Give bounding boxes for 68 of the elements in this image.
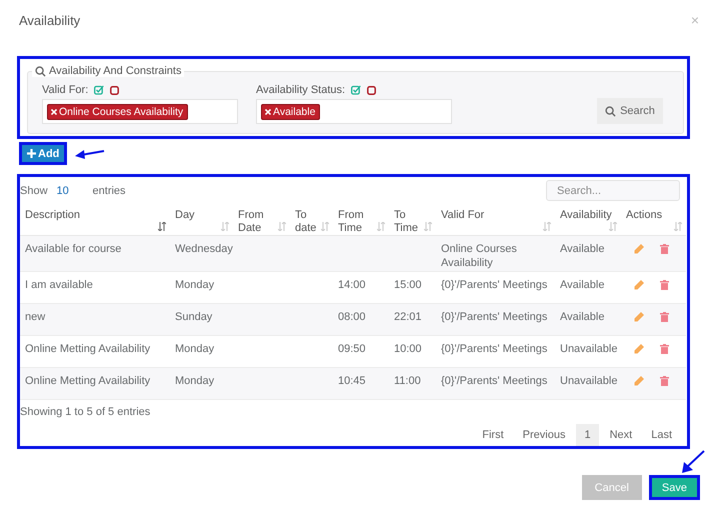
delete-icon[interactable] [660, 344, 669, 354]
table-cell: 11:00 [394, 375, 421, 388]
table-cell: 10:45 [338, 375, 366, 388]
table-cell: Online Metting Availability [25, 343, 150, 356]
deselect-all-icon[interactable] [110, 86, 120, 94]
table-cell: Unavailable [560, 375, 618, 388]
length-label: Show [20, 184, 48, 197]
table-cell: Sunday [175, 311, 212, 324]
table-cell: Available for course [25, 243, 122, 256]
edit-icon[interactable] [634, 280, 644, 290]
length-label: entries [92, 184, 126, 197]
select-all-icon[interactable] [94, 85, 104, 95]
table-cell: {0}'/Parents' Meetings [441, 343, 548, 356]
length-select[interactable]: 10 [56, 182, 85, 199]
table-cell: Wednesday [175, 243, 233, 256]
table-cell: Online Metting Availability [25, 375, 150, 388]
delete-icon[interactable] [660, 376, 669, 386]
page-button[interactable]: Last [643, 424, 680, 446]
filter-tag[interactable]: Available [261, 104, 320, 120]
delete-icon[interactable] [660, 244, 669, 254]
table-cell: 22:01 [394, 311, 422, 324]
delete-icon[interactable] [660, 312, 669, 322]
edit-icon[interactable] [634, 376, 644, 386]
page-button[interactable]: First [474, 424, 512, 446]
page-button[interactable]: Previous [514, 424, 574, 446]
dialog-title: Availability [19, 12, 80, 28]
sort-icon[interactable] [158, 222, 166, 232]
table-cell: new [25, 311, 46, 324]
search-field[interactable]: Search... [546, 180, 680, 202]
add-button[interactable]: Add [19, 142, 68, 165]
table-cell: Unavailable [560, 343, 618, 356]
page-button[interactable]: Next [602, 424, 640, 446]
edit-icon[interactable] [634, 312, 644, 322]
table-cell: {0}'/Parents' Meetings [441, 279, 548, 292]
tag-field[interactable]: Available [256, 99, 452, 124]
panel-legend: Availability And Constraints [49, 65, 182, 77]
deselect-all-icon[interactable] [367, 86, 376, 94]
table-cell: I am available [25, 279, 93, 292]
table-cell: Available [560, 279, 604, 292]
search-icon [605, 106, 616, 116]
table-info: Showing 1 to 5 of 5 entries [20, 406, 150, 418]
table-cell: Monday [175, 279, 214, 292]
search-icon [35, 66, 46, 76]
delete-icon[interactable] [660, 280, 669, 290]
select-all-icon[interactable] [351, 85, 362, 95]
table-cell: 14:00 [338, 279, 366, 292]
table-cell: {0}'/Parents' Meetings [441, 311, 548, 324]
field-label: Valid For: [42, 84, 88, 96]
table-cell: Available [560, 243, 604, 256]
plus-icon [27, 149, 36, 158]
remove-icon[interactable] [51, 108, 57, 114]
edit-icon[interactable] [634, 344, 644, 354]
filter-tag[interactable]: Online Courses Availability [47, 104, 188, 120]
table-cell: Online Courses Availability [441, 243, 517, 270]
search-button[interactable]: Search [597, 98, 663, 124]
table-cell: 10:00 [394, 343, 422, 356]
field-label: Availability Status: [256, 84, 346, 96]
tag-field[interactable]: Online Courses Availability [42, 99, 238, 124]
table-cell: 09:50 [338, 343, 366, 356]
table-cell: Monday [175, 375, 214, 388]
table-cell: 08:00 [338, 311, 366, 324]
table-cell: Available [560, 311, 604, 324]
edit-icon[interactable] [634, 244, 644, 254]
page-button[interactable]: 1 [576, 424, 599, 446]
table-cell: Monday [175, 343, 214, 356]
table-cell: 15:00 [394, 279, 422, 292]
remove-icon[interactable] [265, 108, 271, 114]
table-cell: {0}'/Parents' Meetings [441, 375, 548, 388]
